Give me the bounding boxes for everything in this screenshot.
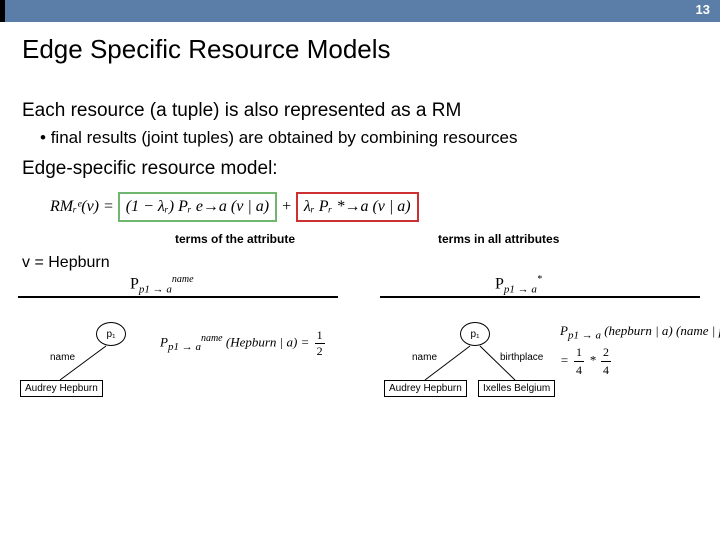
red-box-label: terms in all attributes [438, 232, 559, 246]
edge-label-right-birthplace: birthplace [500, 352, 543, 363]
slide-title: Edge Specific Resource Models [22, 34, 391, 65]
node-p1-left: p₁ [96, 322, 126, 346]
edge-label-left: name [50, 352, 75, 363]
formula-plus: + [281, 198, 292, 216]
formula-green-box: (1 − λᵣ) Pᵣ e→a (v | a) [118, 192, 277, 222]
formula-right: Pp1 → a (hepburn | a) (name | p1) = 14 *… [560, 322, 720, 379]
section-line: Edge-specific resource model: [22, 158, 278, 180]
header-bar: 13 [0, 0, 720, 22]
p-header-right: Pp1 → a* [495, 274, 542, 296]
leaf-right-birthplace: Ixelles Belgium [478, 380, 555, 397]
p-header-left: Pp1 → aname [130, 274, 194, 296]
leaf-right-name: Audrey Hepburn [384, 380, 467, 397]
divider-left [18, 296, 338, 298]
formula-lhs: RMᵣᵉ(v) = [50, 198, 114, 216]
edge-svg-left [0, 300, 200, 420]
formula-left: Pp1 → aname (Hepburn | a) = 12 [160, 328, 327, 359]
intro-line: Each resource (a tuple) is also represen… [22, 100, 461, 122]
edge-label-right-name: name [412, 352, 437, 363]
v-equals: v = Hepburn [22, 254, 110, 272]
page-number: 13 [696, 2, 710, 17]
main-formula: RMᵣᵉ(v) = (1 − λᵣ) Pᵣ e→a (v | a) + λᵣ P… [50, 188, 590, 226]
green-box-label: terms of the attribute [175, 232, 295, 246]
node-p1-right: p₁ [460, 322, 490, 346]
bullet-line: final results (joint tuples) are obtaine… [40, 128, 517, 148]
divider-right [380, 296, 700, 298]
formula-red-box: λᵣ Pᵣ *→a (v | a) [296, 192, 419, 222]
leaf-left: Audrey Hepburn [20, 380, 103, 397]
